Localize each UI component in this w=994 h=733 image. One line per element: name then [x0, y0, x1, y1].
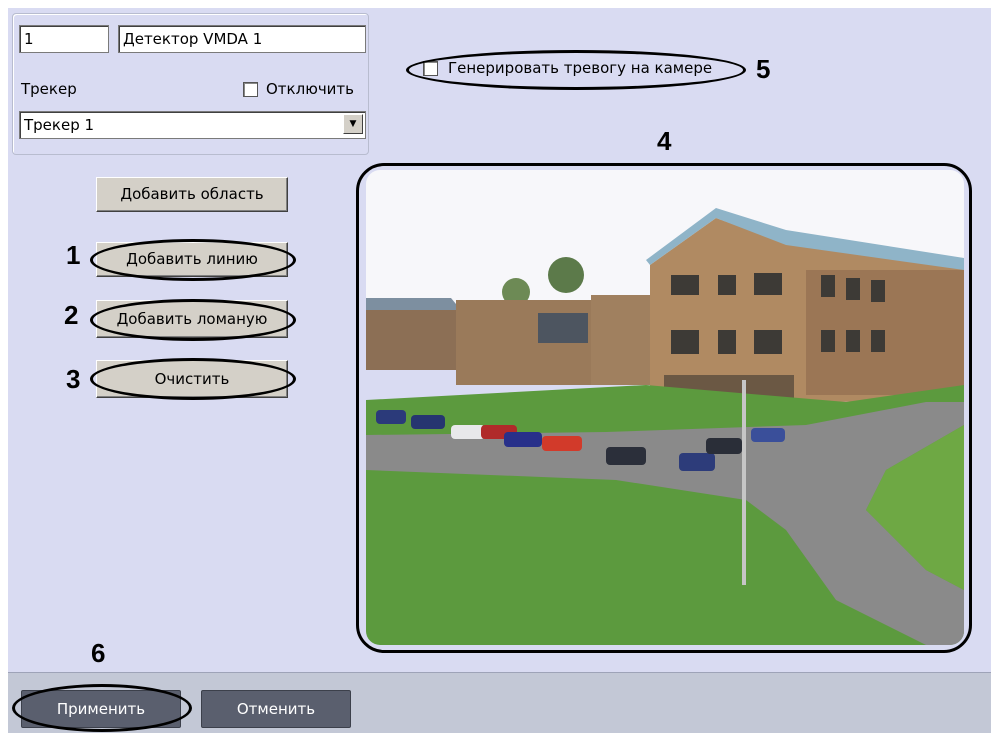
alarm-checkbox[interactable] — [423, 61, 438, 76]
camera-frame-image — [366, 170, 964, 645]
chevron-down-icon[interactable]: ▼ — [343, 114, 363, 134]
detector-id-field[interactable]: 1 — [19, 25, 109, 53]
tracker-select[interactable]: Трекер 1 ▼ — [19, 111, 366, 139]
callout-number-3: 3 — [66, 364, 81, 394]
tracker-label: Трекер — [21, 80, 77, 98]
callout-number-4: 4 — [657, 126, 672, 156]
callout-number-1: 1 — [66, 240, 81, 270]
apply-button[interactable]: Применить — [21, 690, 181, 728]
callout-number-2: 2 — [64, 300, 79, 330]
cancel-button[interactable]: Отменить — [201, 690, 351, 728]
camera-view[interactable] — [366, 170, 964, 645]
callout-number-5: 5 — [756, 54, 771, 84]
callout-number-6: 6 — [91, 638, 106, 668]
disable-label: Отключить — [266, 80, 355, 98]
disable-checkbox[interactable] — [243, 82, 258, 97]
add-polyline-button[interactable]: Добавить ломаную — [96, 300, 288, 338]
detector-name-field[interactable]: Детектор VMDA 1 — [118, 25, 366, 53]
alarm-checkbox-label: Генерировать тревогу на камере — [448, 59, 713, 77]
add-area-button[interactable]: Добавить область — [96, 177, 288, 212]
add-line-button[interactable]: Добавить линию — [96, 242, 288, 277]
tracker-select-value: Трекер 1 — [24, 116, 95, 134]
clear-button[interactable]: Очистить — [96, 360, 288, 398]
detector-groupbox: 1 Детектор VMDA 1 Трекер Отключить Треке… — [12, 13, 369, 155]
